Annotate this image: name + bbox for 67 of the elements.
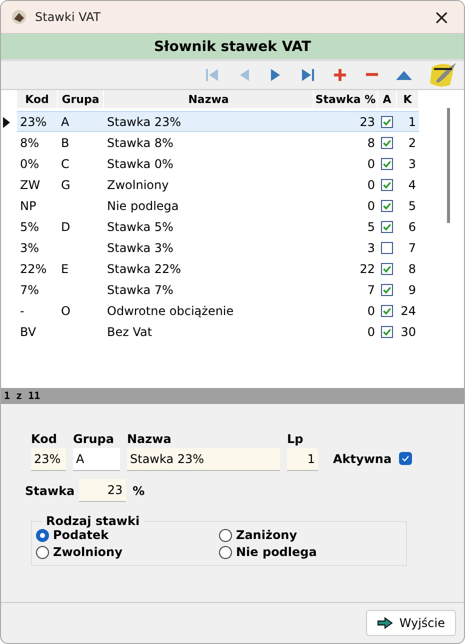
column-header[interactable]: Stawka %	[314, 90, 378, 108]
active-checkbox[interactable]	[381, 200, 393, 212]
unit-label: %	[132, 484, 145, 498]
check-icon	[382, 306, 392, 316]
minus-icon	[366, 73, 378, 77]
arrow-right-icon	[377, 617, 394, 629]
exit-button[interactable]: Wyjście	[366, 610, 456, 636]
next-icon	[270, 68, 282, 82]
field-label: Aktywna	[333, 452, 392, 466]
app-icon	[11, 9, 27, 25]
table-cell: A	[58, 111, 104, 132]
scroll-quill-icon	[428, 61, 458, 89]
active-checkbox[interactable]	[381, 116, 393, 128]
field-label: Stawka	[25, 484, 75, 498]
input-field[interactable]: 1	[287, 448, 318, 471]
check-icon	[382, 138, 392, 148]
field-label: Nazwa	[127, 432, 172, 446]
column-header[interactable]: K	[397, 90, 419, 108]
check-icon	[382, 180, 392, 190]
check-icon	[382, 116, 392, 126]
scrollbar-thumb[interactable]	[447, 108, 450, 223]
plus-icon	[334, 69, 346, 81]
row-pointer-icon	[3, 117, 10, 128]
radio-option[interactable]: Zaniżony	[219, 528, 402, 542]
check-icon	[400, 454, 410, 463]
active-checkbox[interactable]	[381, 178, 393, 190]
first-record-icon	[205, 68, 219, 82]
table-cell: Stawka 23%	[104, 111, 314, 132]
column-header[interactable]: Nazwa	[104, 90, 314, 108]
active-checkbox[interactable]	[381, 326, 393, 338]
group-title: Rodzaj stawki	[45, 514, 141, 528]
active-checkbox[interactable]	[398, 452, 412, 465]
radio-option[interactable]: Podatek	[36, 528, 219, 542]
active-checkbox[interactable]	[381, 304, 393, 316]
table-cell: 1	[397, 111, 419, 132]
column-header[interactable]: Kod	[17, 90, 58, 108]
check-icon	[382, 158, 392, 168]
radio-option[interactable]: Nie podlega	[219, 545, 402, 559]
active-checkbox[interactable]	[381, 242, 393, 254]
header-title: Słownik stawek VAT	[154, 38, 312, 54]
field-label: Grupa	[73, 432, 115, 446]
last-record-icon	[301, 68, 315, 82]
previous-icon	[238, 68, 250, 82]
column-header[interactable]: Grupa	[58, 90, 104, 108]
input-field[interactable]: A	[73, 448, 120, 471]
window-title: Stawki VAT	[35, 10, 102, 24]
up-arrow-icon	[396, 70, 412, 80]
input-field[interactable]: 23%	[31, 448, 66, 471]
field-label: Kod	[31, 432, 58, 446]
active-checkbox[interactable]	[381, 284, 393, 296]
input-field[interactable]: 23	[78, 479, 126, 502]
active-checkbox[interactable]	[381, 262, 393, 274]
column-header[interactable]: A	[378, 90, 397, 108]
input-field[interactable]: Stawka 23%	[127, 448, 280, 471]
check-icon	[382, 264, 392, 274]
check-icon	[382, 284, 392, 294]
table-cell: 23	[314, 111, 378, 132]
check-icon	[382, 326, 392, 336]
field-label: Lp	[287, 432, 304, 446]
active-checkbox[interactable]	[381, 136, 393, 148]
check-icon	[382, 222, 392, 232]
close-button[interactable]: ×	[429, 7, 454, 27]
active-checkbox[interactable]	[381, 220, 393, 232]
radio-option[interactable]: Zwolniony	[36, 545, 219, 559]
record-counter: 1 z 11	[1, 388, 464, 404]
check-icon	[382, 200, 392, 210]
active-checkbox[interactable]	[381, 158, 393, 170]
